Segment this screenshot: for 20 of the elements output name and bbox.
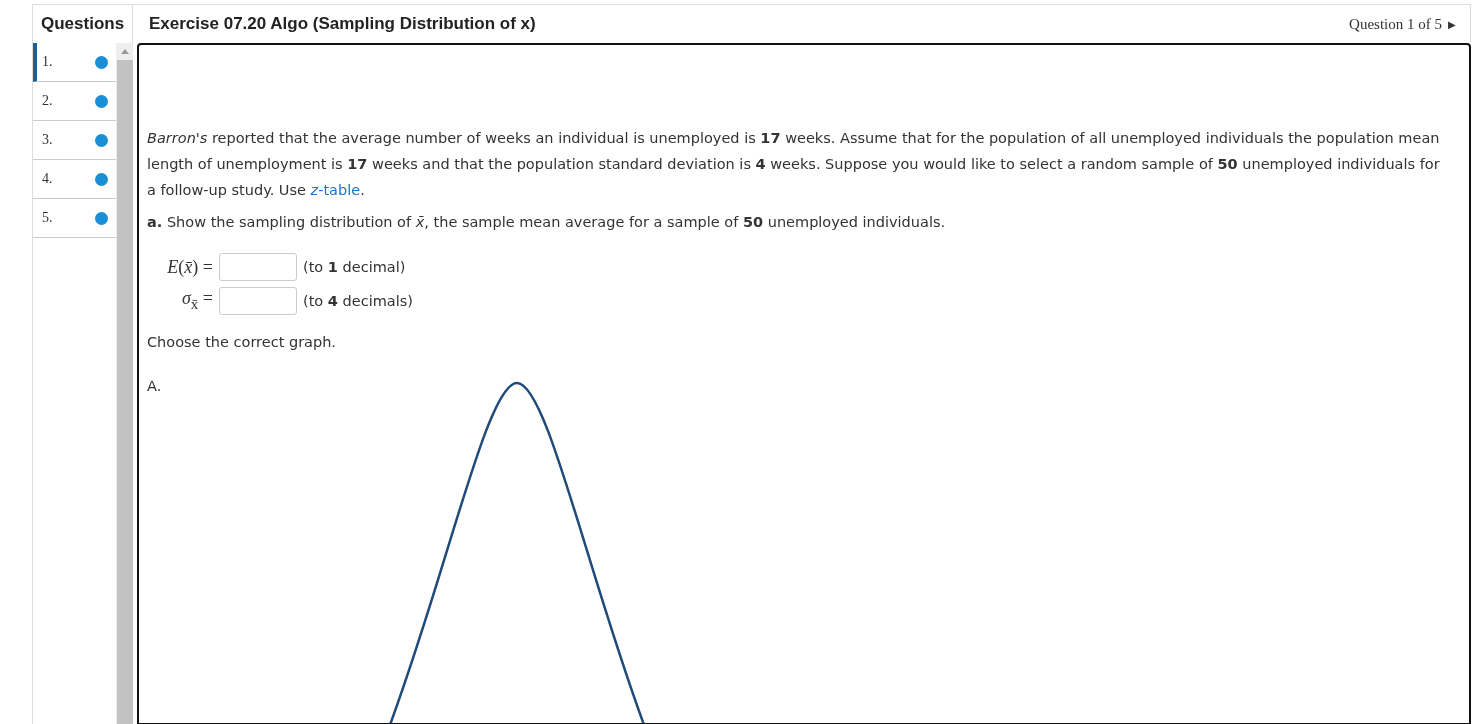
- answer-field[interactable]: [219, 286, 297, 315]
- status-dot-icon: [95, 94, 108, 108]
- math-label: σ$_{x̄}$ =: [180, 287, 213, 314]
- exercise-title: Exercise 07.20 Algo (Sampling Distribution of x): [149, 14, 536, 34]
- part-text: a. Show the sampling distribution of x̄, the sample mean average for a sample of 50 unemployed individuals.: [147, 213, 947, 232]
- next-button[interactable]: ▶: [1448, 18, 1456, 30]
- precision-hint: (to 4 decimals): [303, 291, 413, 311]
- status-dot-icon: [95, 55, 108, 69]
- z-table-link[interactable]: z-table: [310, 182, 361, 198]
- scroll-up-icon[interactable]: [120, 49, 129, 54]
- status-dot-icon: [95, 133, 108, 147]
- question-text: Barron's reported that the average number of weeks an individual is unemployed is 17 weeks. Assume that for the population of all unemployed individuals the population mean length of unemployment is 17 weeks and that the population standard deviation is 4 weeks. Suppose you would like to select a random sample of 50 unemployed individuals for a follow-up study. Use z-table.: [147, 129, 1441, 200]
- question-position: Question 1 of 5: [1349, 15, 1442, 33]
- instruction-text: Choose the correct graph.: [147, 332, 337, 352]
- status-dot-icon: [95, 172, 108, 186]
- precision-hint: (to 1 decimal): [303, 258, 406, 277]
- math-label: E(x̄) =: [166, 256, 213, 279]
- answer-field[interactable]: [219, 253, 297, 281]
- option-label[interactable]: A.: [147, 372, 162, 399]
- status-dot-icon: [95, 211, 108, 225]
